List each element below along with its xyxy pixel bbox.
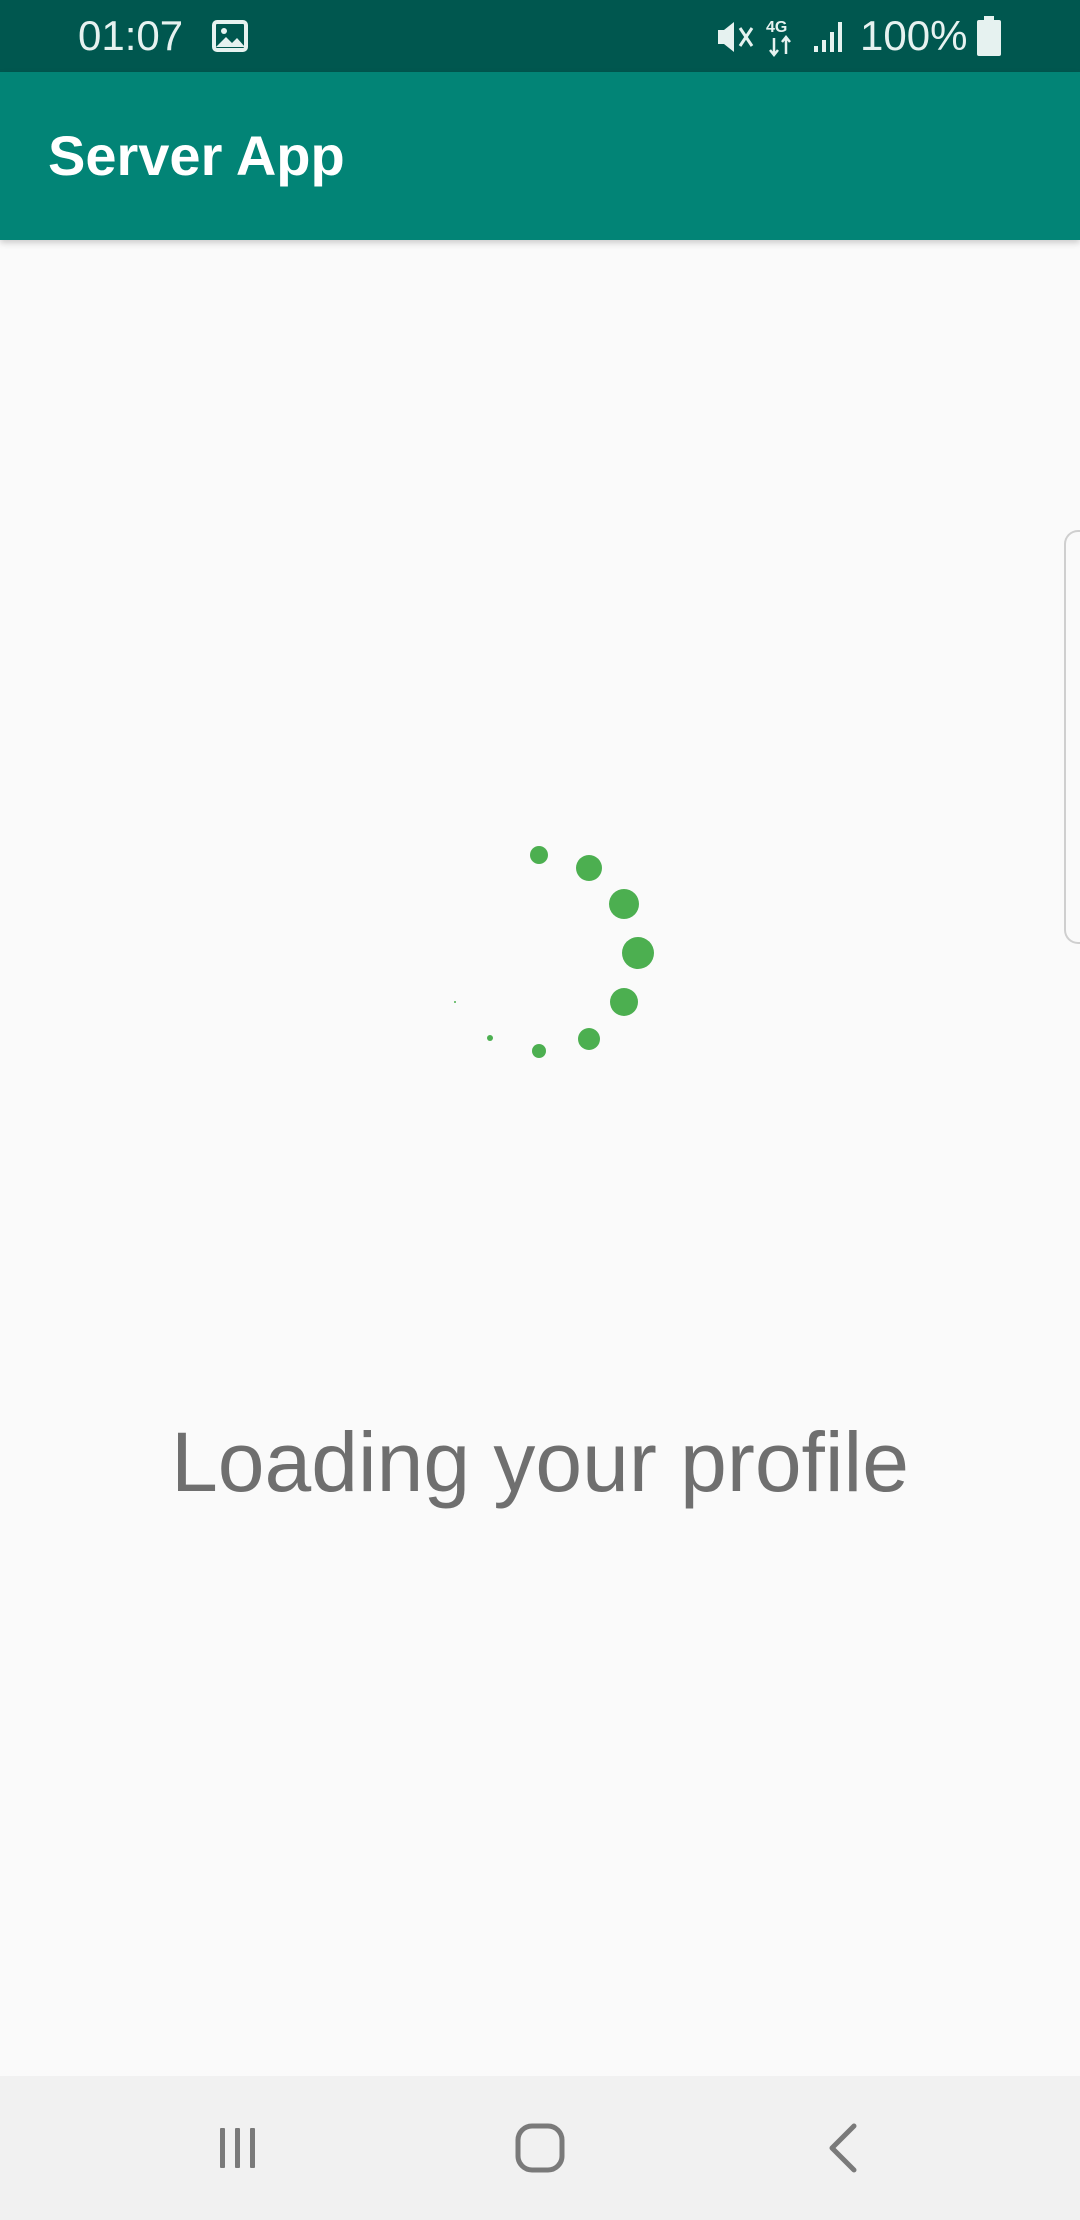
spinner-dot [609, 889, 639, 919]
back-icon [829, 2123, 857, 2173]
status-time: 01:07 [78, 12, 184, 59]
loading-spinner [454, 846, 654, 1058]
navigation-bar [0, 2076, 1080, 2220]
home-icon [515, 2123, 565, 2173]
spinner-dot [576, 855, 602, 881]
gallery-icon [212, 20, 248, 52]
status-bar: 01:07 4G 100% [0, 0, 1080, 72]
recents-icon [220, 2128, 255, 2168]
spinner-dot [530, 846, 548, 864]
spinner-dot [578, 1028, 600, 1050]
spinner-dot [487, 1035, 493, 1041]
spinner-dot [454, 1001, 456, 1003]
battery-icon [977, 16, 1001, 56]
network-4g-icon: 4G [766, 19, 791, 58]
spinner-dot [532, 1044, 546, 1058]
svg-text:4G: 4G [766, 19, 787, 36]
screen: 01:07 4G 100% Server App Loading your pr… [0, 0, 1080, 2220]
edge-panel-handle[interactable] [1064, 530, 1080, 944]
home-button[interactable] [480, 2076, 600, 2220]
battery-percentage: 100% [860, 12, 968, 59]
signal-icon [814, 22, 842, 52]
loading-message: Loading your profile [171, 1415, 909, 1509]
recents-button[interactable] [178, 2076, 298, 2220]
app-bar: Server App [0, 72, 1080, 240]
app-title: Server App [48, 124, 345, 187]
mute-vibrate-icon [718, 22, 754, 52]
spinner-dot [622, 937, 654, 969]
spinner-dot [610, 988, 638, 1016]
back-button[interactable] [784, 2076, 904, 2220]
